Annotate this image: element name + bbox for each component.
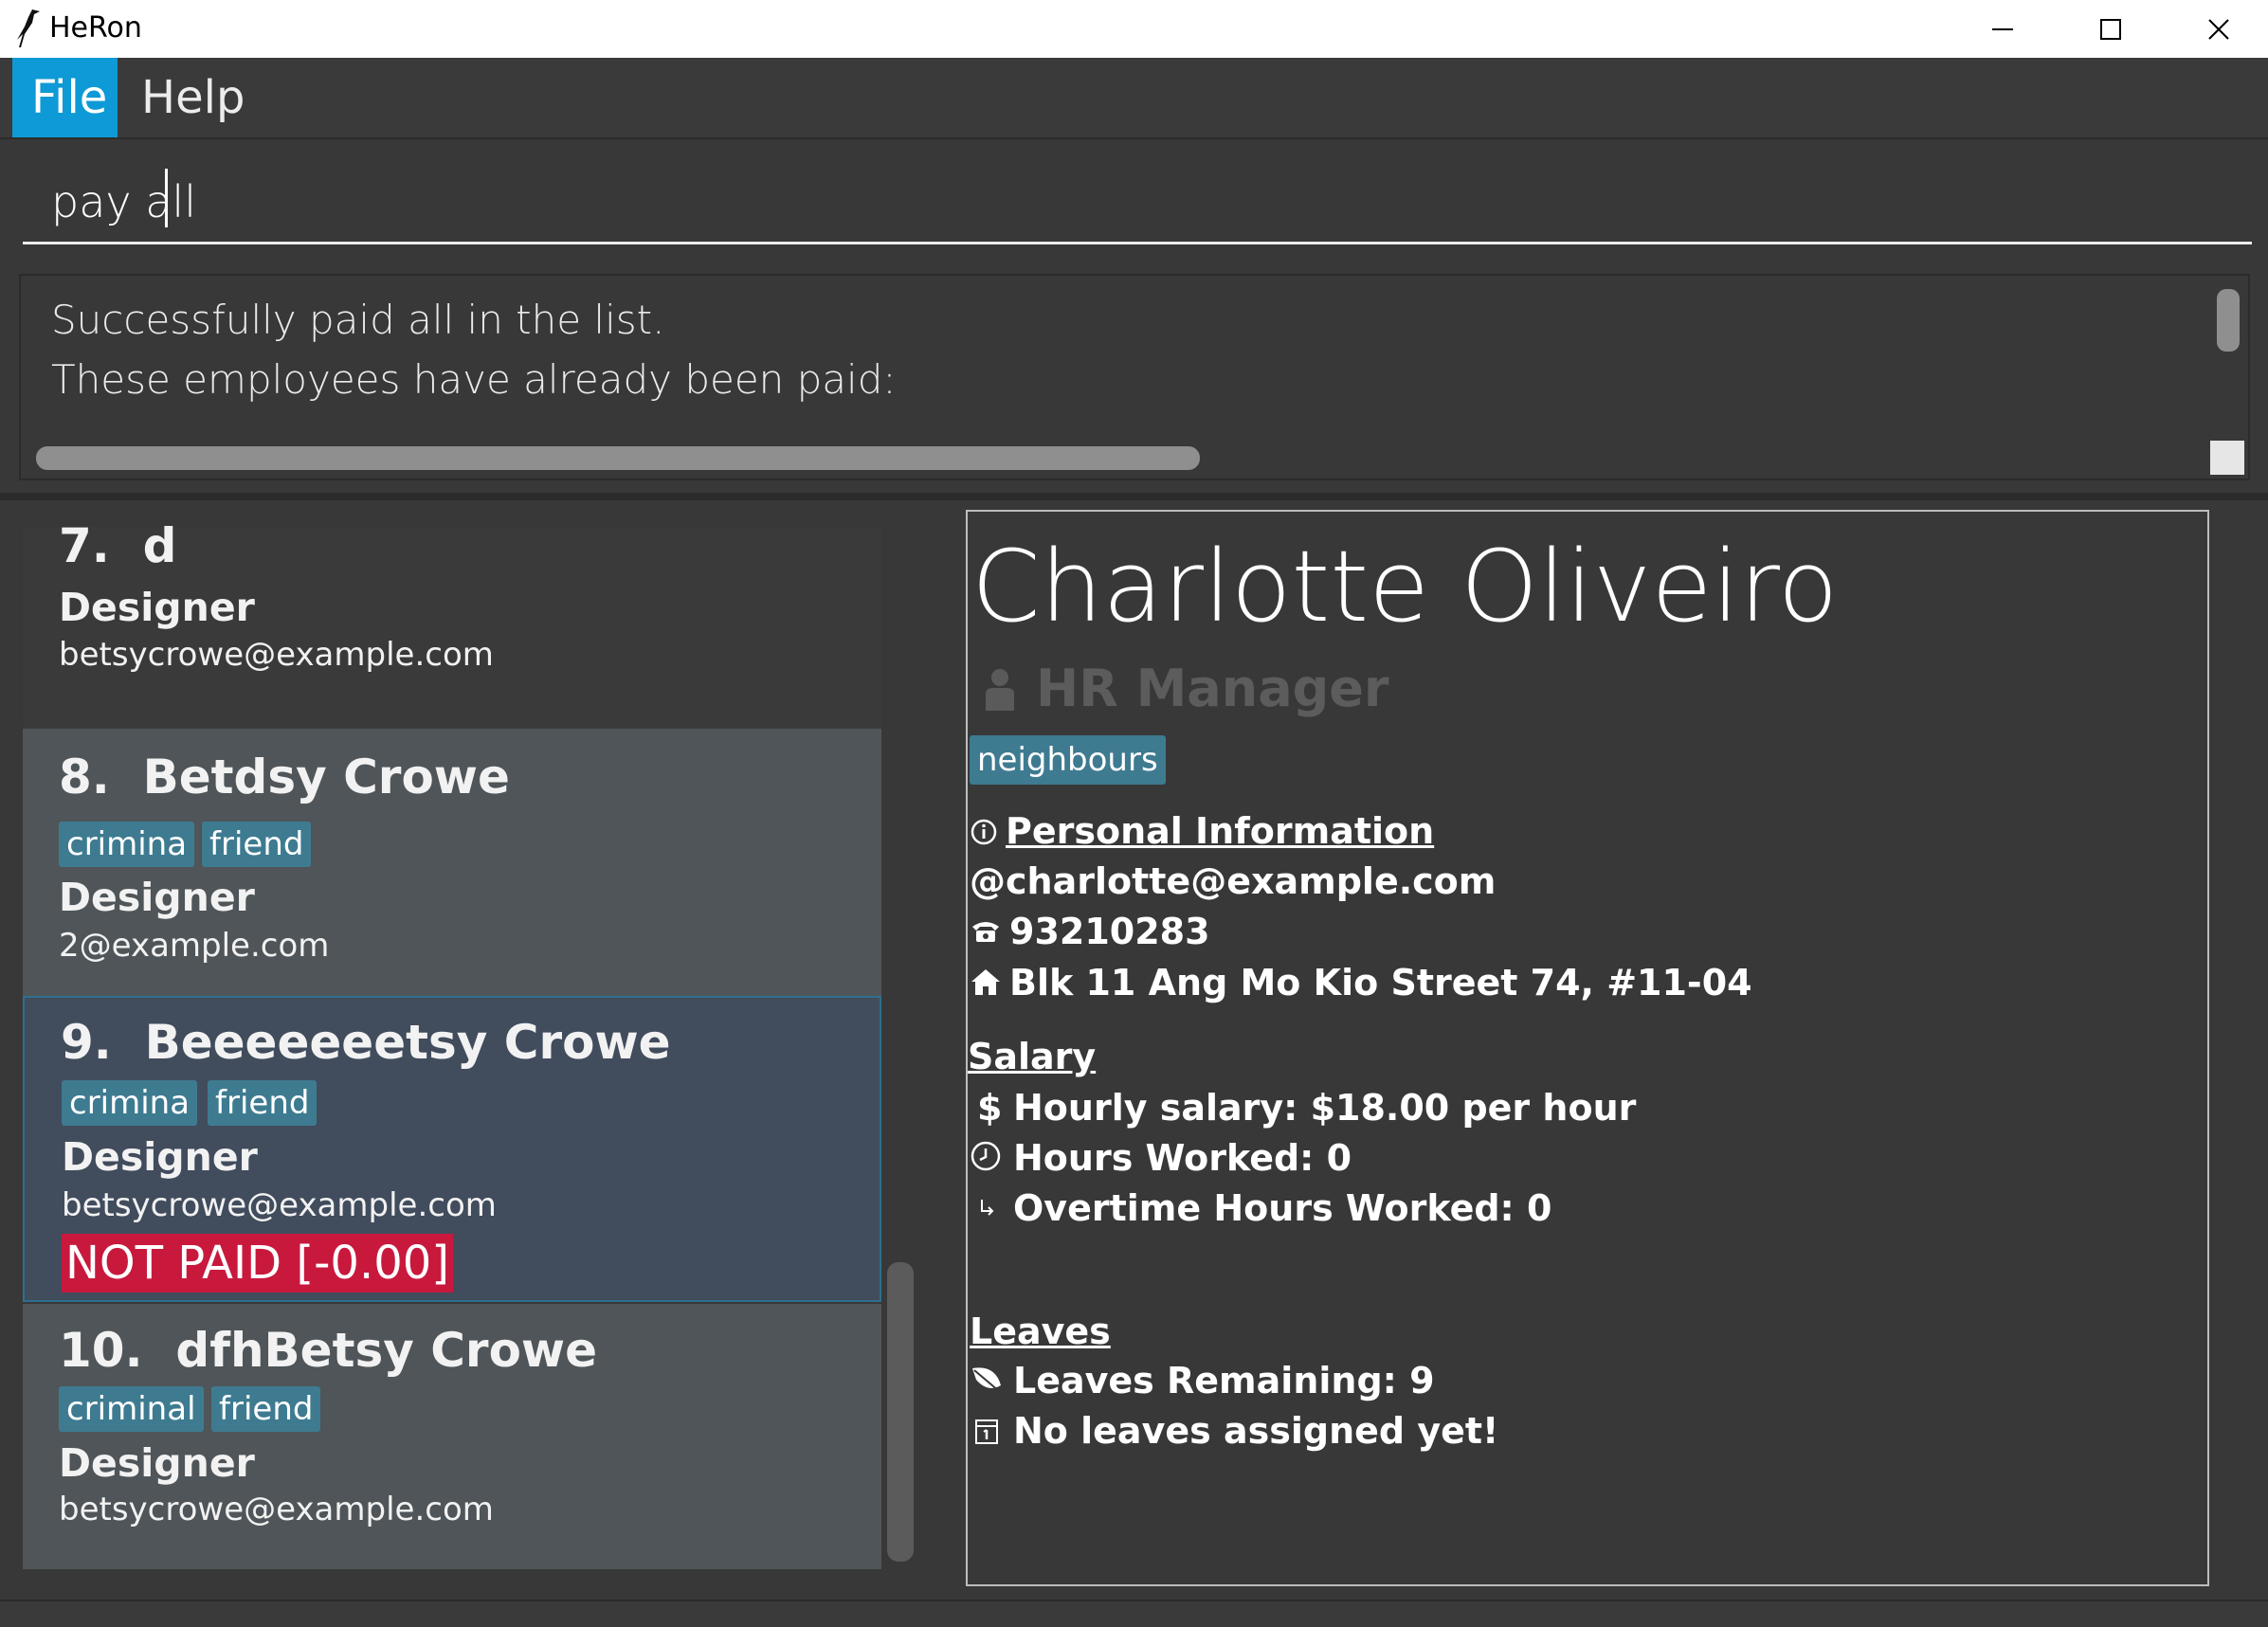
list-item-selected[interactable]: 9. Beeeeeeetsy Crowe crimina friend Desi… (23, 996, 881, 1302)
command-input[interactable]: pay all (51, 169, 196, 235)
list-item[interactable]: 8. Betdsy Crowe crimina friend Designer … (23, 729, 881, 1001)
calendar-icon (971, 1412, 1002, 1450)
close-button[interactable] (2165, 0, 2268, 58)
list-item[interactable]: 10. dfhBetsy Crowe criminal friend Desig… (23, 1304, 881, 1569)
close-icon (2208, 18, 2229, 40)
person-icon (979, 663, 1021, 716)
employee-email: 2@example.com (59, 927, 330, 965)
list-scrollbar[interactable] (887, 1262, 914, 1562)
clock-icon (970, 1137, 1002, 1175)
result-vertical-scrollbar[interactable] (2217, 289, 2240, 352)
tag-badge: criminal (59, 1386, 204, 1432)
window-title: HeRon (49, 11, 142, 45)
panel-divider (0, 493, 2268, 500)
detail-address: Blk 11 Ang Mo Kio Street 74, #11-04 (1009, 962, 1752, 1003)
detail-leaves-assigned: No leaves assigned yet! (1013, 1410, 1499, 1452)
employee-role: Designer (59, 585, 255, 630)
status-bar (0, 1600, 2268, 1627)
employee-detail-panel: Charlotte Oliveiro HR Manager neighbours… (966, 510, 2209, 1586)
employee-index-name: 9. Beeeeeeetsy Crowe (61, 1015, 671, 1070)
heron-logo-icon (11, 6, 45, 51)
dollar-icon: $ (977, 1087, 1003, 1129)
employee-index-name: 10. dfhBetsy Crowe (59, 1323, 598, 1378)
employee-role: Designer (59, 1440, 255, 1486)
detail-hourly-salary: Hourly salary: $18.00 per hour (1013, 1087, 1637, 1129)
employee-email: betsycrowe@example.com (59, 636, 494, 674)
tag-badge: crimina (59, 822, 195, 867)
employee-role: Designer (59, 875, 255, 920)
result-horizontal-scrollbar[interactable] (36, 446, 1200, 470)
leaves-heading: Leaves (970, 1311, 1111, 1352)
menu-file[interactable]: File (12, 58, 118, 137)
tag-badge: friend (208, 1080, 318, 1126)
arrow-icon (973, 1188, 1002, 1226)
employee-index-name: 8. Betdsy Crowe (59, 750, 510, 804)
minimize-icon (1992, 27, 2013, 30)
employee-email: betsycrowe@example.com (62, 1186, 497, 1224)
detail-hours-worked: Hours Worked: 0 (1013, 1137, 1352, 1179)
not-paid-badge: NOT PAID [-0.00] (62, 1234, 453, 1293)
minimize-button[interactable] (1949, 0, 2057, 58)
detail-name: Charlotte Oliveiro (971, 529, 1839, 644)
detail-phone: 93210283 (1009, 911, 1210, 952)
detail-overtime-hours: Overtime Hours Worked: 0 (1013, 1187, 1552, 1229)
detail-leaves-remaining: Leaves Remaining: 9 (1013, 1360, 1435, 1401)
employee-index-name: 7. d (59, 518, 177, 573)
detail-role: HR Manager (1036, 659, 1389, 718)
employee-role: Designer (62, 1134, 258, 1180)
employee-list: 7. d Designer betsycrowe@example.com 8. … (0, 500, 945, 1600)
menu-bar: File Help (0, 58, 2268, 139)
result-line: Successfully paid all in the list. (51, 297, 665, 343)
text-caret (165, 169, 168, 227)
salary-heading: Salary (968, 1036, 1097, 1077)
maximize-button[interactable] (2057, 0, 2165, 58)
scrollbar-corner (2210, 441, 2244, 475)
tag-badge: friend (202, 822, 312, 867)
maximize-icon (2100, 18, 2121, 40)
home-icon (970, 963, 1002, 1001)
title-bar (0, 0, 2268, 58)
command-underline (23, 242, 2252, 244)
detail-email: charlotte@example.com (1006, 860, 1497, 902)
list-item[interactable]: 7. d Designer betsycrowe@example.com (23, 518, 881, 754)
employee-email: betsycrowe@example.com (59, 1491, 494, 1528)
leaf-icon (970, 1361, 1004, 1399)
tag-badge: crimina (62, 1080, 198, 1126)
phone-icon (970, 912, 1002, 949)
tag-badge: friend (211, 1386, 321, 1432)
at-icon: @ (970, 860, 1006, 902)
menu-help[interactable]: Help (122, 58, 263, 137)
tag-badge: neighbours (970, 735, 1166, 785)
personal-info-heading: Personal Information (1006, 810, 1435, 852)
info-icon (970, 813, 998, 851)
result-line: These employees have already been paid: (51, 356, 897, 403)
